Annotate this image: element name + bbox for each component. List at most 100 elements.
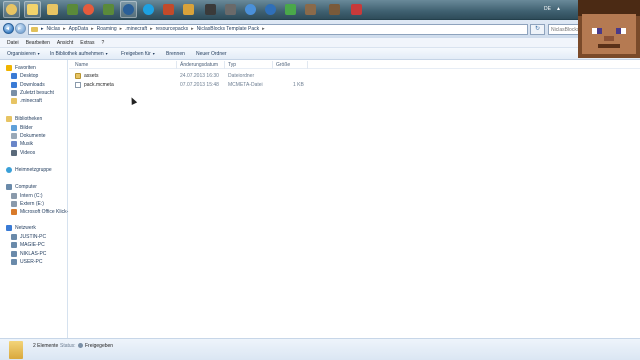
nav-label: NIKLAS-PC <box>20 251 47 257</box>
include-in-library-button[interactable]: In Bibliothek aufnehmen ▾ <box>50 51 108 57</box>
breadcrumb-item-appdata[interactable]: AppData <box>69 26 88 32</box>
details-pane: 2 Elemente Status: Freigegeben <box>0 338 640 360</box>
file-name: assets <box>84 73 99 79</box>
column-divider[interactable] <box>224 61 225 69</box>
folder-icon <box>31 27 38 32</box>
language-indicator[interactable]: DE <box>544 6 551 12</box>
breadcrumb-item-niclas[interactable]: Niclas <box>47 26 61 32</box>
breadcrumb-item-roaming[interactable]: Roaming <box>97 26 117 32</box>
nav-label: Favoriten <box>15 65 36 71</box>
folder-icon <box>11 98 17 104</box>
taskbar: DE ▲ <box>0 0 640 20</box>
share-with-button[interactable]: Freigeben für ▾ <box>121 51 155 57</box>
globe-icon[interactable] <box>262 1 279 18</box>
file-icon <box>75 82 81 88</box>
breadcrumb-item-current[interactable]: NiclasBlocks Template Pack <box>197 26 259 32</box>
file-date: 24.07.2013 16:30 <box>180 73 219 79</box>
breadcrumb-item-resourcepacks[interactable]: resourcepacks <box>156 26 189 32</box>
file-row-pack-mcmeta[interactable]: pack.mcmeta 07.07.2013 15:48 MCMETA-Date… <box>69 81 640 89</box>
globe-icon-shape <box>245 4 256 15</box>
pc-icon <box>11 242 17 248</box>
crumb-separator[interactable]: ▸ <box>91 26 94 32</box>
avatar-nose <box>604 36 614 41</box>
nav-label: Desktop <box>20 73 39 79</box>
column-header-type[interactable]: Typ <box>228 62 236 68</box>
folder-icon-shape <box>47 4 58 15</box>
skype-icon[interactable] <box>140 1 157 18</box>
folder-icon[interactable] <box>44 1 61 18</box>
avatar-pupil <box>597 28 602 34</box>
menu-tools[interactable]: Extras <box>80 40 94 46</box>
start-orb-icon[interactable] <box>3 1 20 18</box>
nav-label: Computer <box>15 184 37 190</box>
crumb-separator[interactable]: ▸ <box>41 26 44 32</box>
chrome-icon[interactable] <box>80 1 97 18</box>
downloads-icon <box>11 82 17 88</box>
item-count: 2 Elemente <box>33 343 59 349</box>
nav-label: Heimnetzgruppe <box>15 167 52 173</box>
refresh-icon: ↻ <box>534 26 541 32</box>
organize-button[interactable]: Organisieren ▾ <box>7 51 40 57</box>
breadcrumb[interactable]: ▸ Niclas ▸ AppData ▸ Roaming ▸ .minecraf… <box>28 24 528 35</box>
menu-file[interactable]: Datei <box>7 40 19 46</box>
crumb-separator[interactable]: ▸ <box>262 26 265 32</box>
menu-help[interactable]: ? <box>101 40 104 46</box>
organize-label: Organisieren <box>7 51 36 57</box>
column-divider[interactable] <box>272 61 273 69</box>
nav-label: .minecraft <box>20 98 42 104</box>
crumb-separator[interactable]: ▸ <box>63 26 66 32</box>
file-date: 07.07.2013 15:48 <box>180 82 219 88</box>
globe-icon[interactable] <box>242 1 259 18</box>
flag-icon[interactable] <box>348 1 365 18</box>
minecraft-icon-shape <box>103 4 114 15</box>
chart-icon[interactable] <box>282 1 299 18</box>
breadcrumb-item-minecraft[interactable]: .minecraft <box>125 26 147 32</box>
nav-label: Videos <box>20 150 36 156</box>
pc-icon <box>11 251 17 257</box>
column-divider[interactable] <box>176 61 177 69</box>
burn-button[interactable]: Brennen <box>166 51 185 57</box>
column-header-name[interactable]: Name <box>75 62 88 68</box>
new-folder-button[interactable]: Neuer Ordner <box>196 51 227 57</box>
crumb-separator[interactable]: ▸ <box>191 26 194 32</box>
file-type: Dateiordner <box>228 73 255 79</box>
crumb-separator[interactable]: ▸ <box>120 26 123 32</box>
video-icon[interactable] <box>202 1 219 18</box>
file-name: pack.mcmeta <box>84 82 114 88</box>
tray-overflow-icon[interactable]: ▲ <box>556 6 561 12</box>
computer-icon <box>6 184 12 190</box>
menu-view[interactable]: Ansicht <box>57 40 73 46</box>
column-header-size[interactable]: Größe <box>276 62 290 68</box>
nav-label: Musik <box>20 141 34 147</box>
file-type: MCMETA-Datei <box>228 82 263 88</box>
nav-label: Intern (C:) <box>20 193 43 199</box>
block-icon[interactable] <box>326 1 343 18</box>
start-orb-icon-shape <box>6 4 17 15</box>
column-divider[interactable] <box>307 61 308 69</box>
folder-icon <box>9 341 23 359</box>
share-status: Freigegeben <box>85 343 114 349</box>
app-icon[interactable] <box>222 1 239 18</box>
menu-edit[interactable]: Bearbeiten <box>26 40 50 46</box>
windows-explorer-icon[interactable] <box>24 1 41 18</box>
minecraft-icon[interactable] <box>100 1 117 18</box>
steam-icon-shape <box>123 4 134 15</box>
brush-icon[interactable] <box>302 1 319 18</box>
chevron-down-icon: ▾ <box>37 51 40 56</box>
app-icon[interactable] <box>64 1 81 18</box>
nav-label: Bilder <box>20 125 33 131</box>
steam-icon[interactable] <box>120 1 137 18</box>
back-button[interactable]: ◂ <box>3 23 14 34</box>
video-icon-shape <box>205 4 216 15</box>
recent-icon <box>11 90 17 96</box>
forward-button[interactable]: ▸ <box>15 23 26 34</box>
nav-label: Netzwerk <box>15 225 36 231</box>
refresh-button[interactable]: ↻ <box>530 24 545 35</box>
crumb-separator[interactable]: ▸ <box>150 26 153 32</box>
column-header-date[interactable]: Änderungsdatum <box>180 62 218 68</box>
app-icon[interactable] <box>180 1 197 18</box>
skype-icon-shape <box>143 4 154 15</box>
app-icon-shape <box>67 4 78 15</box>
app-icon[interactable] <box>160 1 177 18</box>
file-row-assets[interactable]: assets 24.07.2013 16:30 Dateiordner <box>69 72 640 80</box>
